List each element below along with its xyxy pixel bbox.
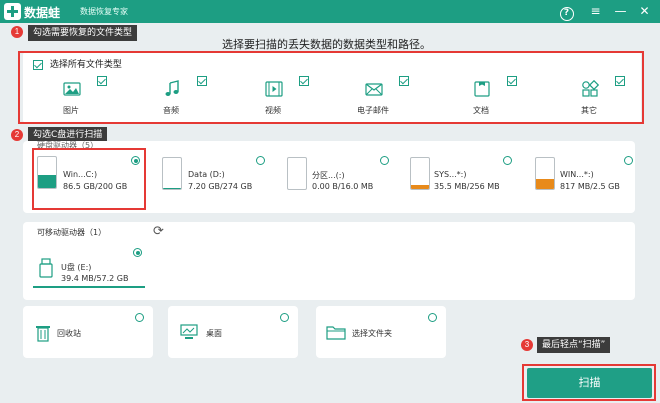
location-radio[interactable]	[280, 313, 289, 322]
step1-tip: 勾选需要恢复的文件类型	[28, 25, 138, 41]
drive-name: SYS...*:)	[434, 170, 467, 179]
drive-icon	[535, 157, 555, 190]
step1-highlight	[18, 51, 644, 124]
step3-tip: 最后轻点“扫描”	[537, 337, 611, 353]
minimize-icon: —	[614, 4, 627, 18]
location-label: 桌面	[206, 329, 222, 338]
location-card-desktop[interactable]: 桌面	[168, 306, 298, 358]
step3-highlight	[522, 364, 656, 401]
menu-icon: ≡	[590, 4, 601, 18]
step2-highlight	[32, 148, 146, 210]
close-button[interactable]: ✕	[635, 2, 654, 21]
refresh-icon[interactable]: ⟳	[153, 224, 164, 239]
drive-usage-fill	[411, 184, 429, 189]
recycle-bin-icon	[36, 326, 50, 342]
help-button[interactable]: ?	[557, 2, 576, 21]
drive-usage-fill	[163, 188, 181, 189]
location-card-folder[interactable]: 选择文件夹	[316, 306, 446, 358]
drive-radio[interactable]	[380, 156, 389, 165]
drive-radio[interactable]	[624, 156, 633, 165]
location-card-recycle-bin[interactable]: 回收站	[23, 306, 153, 358]
drive-name: WIN...*:)	[560, 170, 594, 179]
drive-size: 0.00 B/16.0 MB	[312, 182, 374, 191]
app-logo-icon	[4, 3, 21, 20]
page-title: 选择要扫描的丢失数据的数据类型和路径。	[222, 38, 431, 51]
step1-badge: 1	[11, 26, 23, 38]
title-bar: 数据蛙 数据恢复专家 ? ≡ — ✕	[0, 0, 660, 23]
drive-name: Data (D:)	[188, 170, 225, 179]
step2-badge: 2	[11, 129, 23, 141]
close-icon: ✕	[639, 4, 650, 18]
drive-usage-fill	[536, 179, 554, 189]
drive-name: 分区...(:)	[312, 171, 345, 180]
removable-drive-panel: 可移动驱动器（1） ⟳ U盘 (E:) 39.4 MB/57.2 GB	[23, 222, 635, 300]
desktop-icon	[180, 324, 198, 339]
drive-size: 817 MB/2.5 GB	[560, 182, 620, 191]
step3-badge: 3	[521, 339, 533, 351]
drive-radio[interactable]	[503, 156, 512, 165]
drive-icon	[287, 157, 307, 190]
app-subtitle: 数据恢复专家	[80, 7, 128, 16]
drive-icon	[162, 157, 182, 190]
removable-section-label: 可移动驱动器（1）	[37, 228, 107, 237]
help-icon: ?	[559, 7, 574, 21]
usb-drive-icon	[39, 258, 53, 278]
location-radio[interactable]	[428, 313, 437, 322]
drive-size: 7.20 GB/274 GB	[188, 182, 253, 191]
drive-size: 35.5 MB/256 MB	[434, 182, 500, 191]
selected-underline	[33, 286, 145, 288]
folder-icon	[326, 326, 346, 340]
usb-radio[interactable]	[133, 248, 142, 257]
location-label: 选择文件夹	[352, 329, 392, 338]
app-name: 数据蛙	[24, 6, 61, 20]
menu-button[interactable]: ≡	[586, 2, 605, 21]
location-label: 回收站	[57, 329, 81, 338]
drive-name: U盘 (E:)	[61, 263, 92, 272]
drive-radio[interactable]	[256, 156, 265, 165]
drive-size: 39.4 MB/57.2 GB	[61, 274, 129, 283]
drive-icon	[410, 157, 430, 190]
location-radio[interactable]	[135, 313, 144, 322]
minimize-button[interactable]: —	[611, 2, 630, 21]
